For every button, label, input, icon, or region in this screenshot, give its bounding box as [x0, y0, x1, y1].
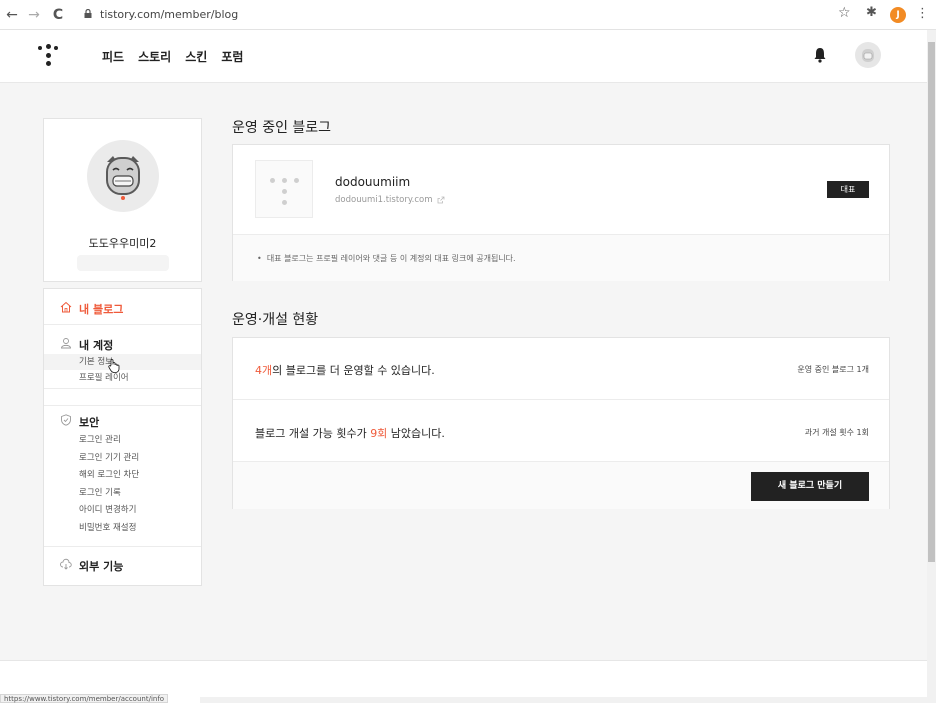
vertical-scrollbar[interactable]	[927, 30, 936, 703]
sidebar-item-login-history[interactable]: 로그인 기록	[79, 487, 121, 499]
sidebar-item-my-blog[interactable]: 내 블로그	[79, 301, 123, 317]
tistory-logo[interactable]	[38, 44, 60, 68]
browser-toolbar: ← → C tistory.com/member/blog ☆ ✱ J ⋮	[0, 0, 936, 30]
blog-card: dodouumiim dodouumi1.tistory.com 대표 • 대표…	[232, 144, 890, 281]
browser-profile-avatar[interactable]: J	[890, 7, 906, 23]
profile-email-hidden	[77, 255, 169, 271]
hand-cursor-icon	[108, 359, 120, 373]
home-icon	[60, 301, 72, 313]
sidebar-item-reset-password[interactable]: 비밀번호 재설정	[79, 522, 136, 534]
nav-skin[interactable]: 스킨	[185, 48, 207, 65]
menu-section-external: 외부 기능	[44, 547, 201, 585]
menu-section-account: 내 계정 기본 정보 프로필 레이어	[44, 325, 201, 389]
past-created-count: 과거 개설 횟수 1회	[804, 428, 869, 437]
blog-name[interactable]: dodouumiim	[335, 175, 410, 189]
representative-notice: • 대표 블로그는 프로필 레이어와 댓글 등 이 계정의 대표 링크에 공개됩…	[257, 253, 516, 264]
scrollbar-thumb[interactable]	[928, 42, 935, 562]
blog-url-text[interactable]: dodouumi1.tistory.com	[335, 195, 433, 205]
notice-text: 대표 블로그는 프로필 레이어와 댓글 등 이 계정의 대표 링크에 공개됩니다…	[266, 254, 516, 263]
browser-menu-icon[interactable]: ⋮	[916, 6, 929, 21]
sidebar-item-change-id[interactable]: 아이디 변경하기	[79, 504, 136, 516]
sidebar-item-overseas-login-block[interactable]: 해외 로그인 차단	[79, 469, 139, 481]
profile-card: 도도우우미미2	[43, 118, 202, 282]
forward-icon[interactable]: →	[26, 6, 42, 24]
sidebar-menu: 내 블로그 내 계정 기본 정보 프로필 레이어 보안 로그인 관리 로그인 기…	[43, 288, 202, 586]
user-avatar[interactable]	[855, 42, 881, 68]
status-card: 4개의 블로그를 더 운영할 수 있습니다. 운영 중인 블로그 1개 블로그 …	[232, 337, 890, 509]
menu-section-my-blog: 내 블로그	[44, 289, 201, 325]
shield-icon	[61, 414, 71, 426]
extensions-icon[interactable]: ✱	[866, 5, 877, 20]
representative-badge: 대표	[827, 181, 869, 198]
sidebar-item-login-devices[interactable]: 로그인 기기 관리	[79, 452, 139, 464]
link-preview-status: https://www.tistory.com/member/account/i…	[0, 694, 169, 703]
site-header: 피드 스토리 스킨 포럼	[0, 30, 927, 83]
address-bar[interactable]: tistory.com/member/blog	[100, 6, 238, 24]
nav-story[interactable]: 스토리	[138, 48, 171, 65]
horizontal-scrollbar[interactable]	[200, 697, 927, 703]
create-count-prefix: 블로그 개설 가능 횟수가	[255, 427, 371, 440]
bullet: •	[257, 254, 267, 263]
create-count-value: 9회	[370, 427, 388, 440]
sidebar-item-profile-layer[interactable]: 프로필 레이어	[79, 372, 129, 384]
remaining-blogs-label: 의 블로그를 더 운영할 수 있습니다.	[272, 364, 435, 377]
lock-icon	[84, 9, 92, 18]
profile-name: 도도우우미미2	[88, 237, 157, 250]
sidebar-item-account[interactable]: 내 계정	[79, 337, 113, 353]
back-icon[interactable]: ←	[4, 6, 20, 24]
menu-section-security: 보안 로그인 관리 로그인 기기 관리 해외 로그인 차단 로그인 기록 아이디…	[44, 405, 201, 547]
cloud-icon	[60, 558, 72, 570]
blogs-section-title: 운영 중인 블로그	[232, 120, 332, 136]
blog-thumbnail[interactable]	[255, 160, 313, 218]
sidebar-item-security[interactable]: 보안	[79, 414, 99, 430]
sidebar-item-external[interactable]: 외부 기능	[79, 558, 123, 574]
external-link-icon[interactable]	[437, 196, 445, 204]
reload-icon[interactable]: C	[50, 6, 66, 24]
status-row-remaining-blogs: 4개의 블로그를 더 운영할 수 있습니다. 운영 중인 블로그 1개	[233, 338, 889, 400]
user-icon	[61, 338, 71, 349]
hover-highlight	[44, 354, 201, 370]
notification-bell-icon[interactable]	[813, 47, 827, 63]
blog-url[interactable]: dodouumi1.tistory.com	[335, 195, 445, 205]
remaining-blogs-count: 4개	[255, 364, 273, 377]
remaining-blogs-text: 4개의 블로그를 더 운영할 수 있습니다.	[255, 362, 435, 378]
status-row-create-count: 블로그 개설 가능 횟수가 9회 남았습니다. 과거 개설 횟수 1회	[233, 400, 889, 462]
nav-forum[interactable]: 포럼	[221, 48, 243, 65]
profile-picture	[87, 140, 159, 212]
sidebar-item-login-management[interactable]: 로그인 관리	[79, 434, 121, 446]
create-count-text: 블로그 개설 가능 횟수가 9회 남았습니다.	[255, 425, 445, 441]
nav-feed[interactable]: 피드	[102, 48, 124, 65]
create-count-suffix: 남았습니다.	[387, 427, 445, 440]
bookmark-star-icon[interactable]: ☆	[838, 5, 851, 21]
operating-blogs-count: 운영 중인 블로그 1개	[797, 365, 869, 374]
create-new-blog-button[interactable]: 새 블로그 만들기	[751, 472, 869, 501]
status-section-title: 운영·개설 현황	[232, 312, 319, 328]
main-nav: 피드 스토리 스킨 포럼	[102, 48, 243, 65]
